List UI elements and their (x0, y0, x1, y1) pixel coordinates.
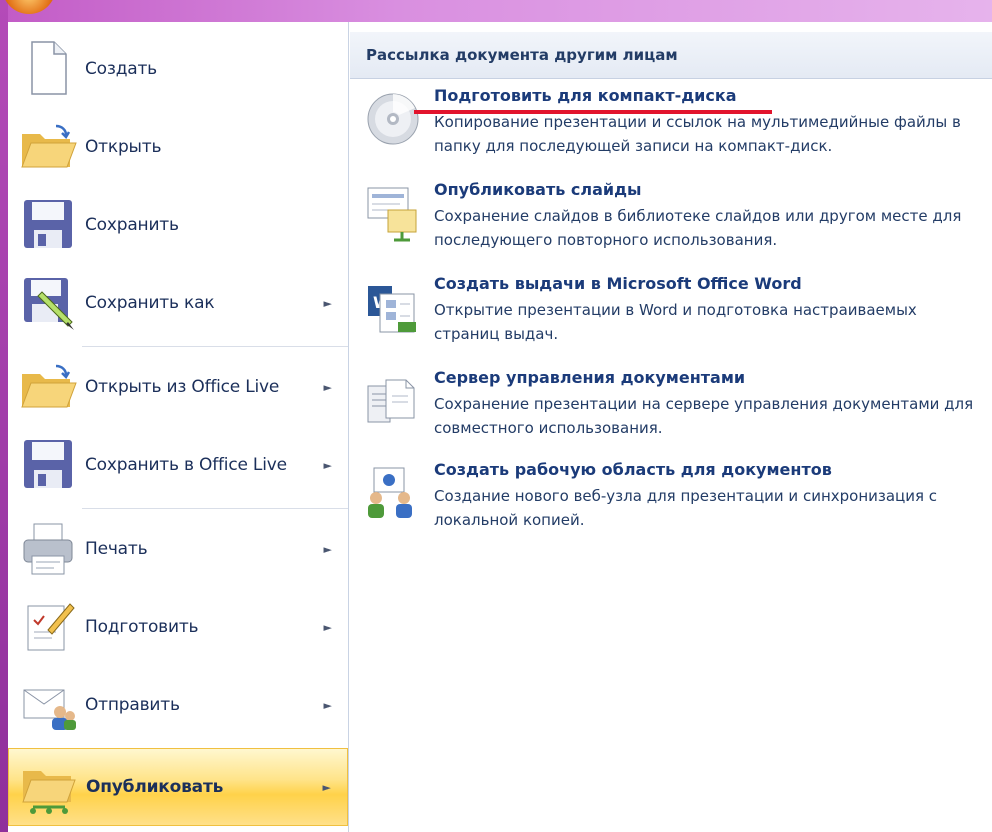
menu-separator (82, 508, 348, 509)
menu-item-send[interactable]: Отправить ► (8, 666, 348, 744)
entry-publish-slides[interactable]: Опубликовать слайды Сохранение слайдов в… (350, 180, 992, 272)
entry-title: Подготовить для компакт-диска (434, 86, 737, 105)
menu-item-label: Опубликовать (86, 777, 224, 797)
printer-icon (18, 518, 78, 578)
submenu-arrow-icon: ► (323, 380, 332, 394)
menu-item-label: Сохранить в Office Live (85, 455, 287, 475)
menu-item-open-office-live[interactable]: Открыть из Office Live ► (8, 348, 348, 426)
save-as-icon (18, 272, 78, 332)
cd-icon (364, 90, 422, 148)
submenu-arrow-icon: ► (323, 296, 332, 310)
menu-item-print[interactable]: Печать ► (8, 510, 348, 588)
menu-item-label: Открыть из Office Live (85, 377, 280, 397)
menu-item-prepare[interactable]: Подготовить ► (8, 588, 348, 666)
entry-document-server[interactable]: Сервер управления документами Сохранение… (350, 368, 992, 460)
menu-item-save-office-live[interactable]: Сохранить в Office Live ► (8, 426, 348, 504)
publish-icon (19, 757, 79, 817)
open-folder-icon (18, 356, 78, 416)
send-icon (18, 674, 78, 734)
menu-separator (82, 346, 348, 347)
entry-description: Сохранение слайдов в библиотеке слайдов … (434, 207, 962, 249)
menu-item-publish[interactable]: Опубликовать ► (8, 748, 348, 826)
window-top-band (0, 0, 992, 22)
window-left-band (0, 0, 8, 832)
submenu-arrow-icon: ► (322, 780, 331, 794)
submenu-arrow-icon: ► (323, 620, 332, 634)
entry-package-for-cd[interactable]: Подготовить для компакт-диска Копировани… (350, 86, 992, 178)
entry-word-handouts[interactable]: W Создать выдачи в Microsoft Office Word… (350, 274, 992, 366)
open-folder-icon (18, 116, 78, 176)
menu-item-label: Сохранить (85, 215, 179, 235)
slides-library-icon (364, 184, 422, 242)
save-icon (18, 434, 78, 494)
entry-title: Опубликовать слайды (434, 180, 642, 199)
annotation-underline (414, 110, 772, 114)
menu-item-label: Подготовить (85, 617, 199, 637)
menu-item-label: Создать (85, 59, 158, 79)
submenu-arrow-icon: ► (323, 698, 332, 712)
submenu-arrow-icon: ► (323, 542, 332, 556)
entry-description: Копирование презентации и ссылок на муль… (434, 113, 961, 155)
entry-title: Сервер управления документами (434, 368, 746, 387)
menu-item-label: Открыть (85, 137, 162, 157)
office-menu: Создать Открыть Сохранить Сохранить как … (8, 22, 349, 832)
publish-submenu-panel: Рассылка документа другим лицам Подготов… (350, 22, 992, 832)
entry-description: Сохранение презентации на сервере управл… (434, 395, 974, 437)
menu-item-label: Сохранить как (85, 293, 215, 313)
workspace-icon (364, 464, 422, 522)
save-icon (18, 194, 78, 254)
menu-item-save[interactable]: Сохранить (8, 186, 348, 264)
submenu-arrow-icon: ► (323, 458, 332, 472)
menu-item-label: Печать (85, 539, 148, 559)
new-document-icon (18, 38, 78, 98)
menu-item-save-as[interactable]: Сохранить как ► (8, 264, 348, 342)
panel-header: Рассылка документа другим лицам (350, 32, 992, 79)
menu-item-open[interactable]: Открыть (8, 108, 348, 186)
menu-item-new[interactable]: Создать (8, 30, 348, 108)
menu-item-label: Отправить (85, 695, 180, 715)
document-server-icon (364, 372, 422, 430)
entry-description: Создание нового веб-узла для презентации… (434, 487, 938, 529)
prepare-icon (18, 596, 78, 656)
entry-title: Создать рабочую область для документов (434, 460, 832, 479)
entry-document-workspace[interactable]: Создать рабочую область для документов С… (350, 460, 992, 552)
entry-description: Открытие презентации в Word и подготовка… (434, 301, 917, 343)
word-handouts-icon: W (364, 278, 422, 336)
panel-title: Рассылка документа другим лицам (366, 46, 678, 64)
entry-title: Создать выдачи в Microsoft Office Word (434, 274, 802, 293)
